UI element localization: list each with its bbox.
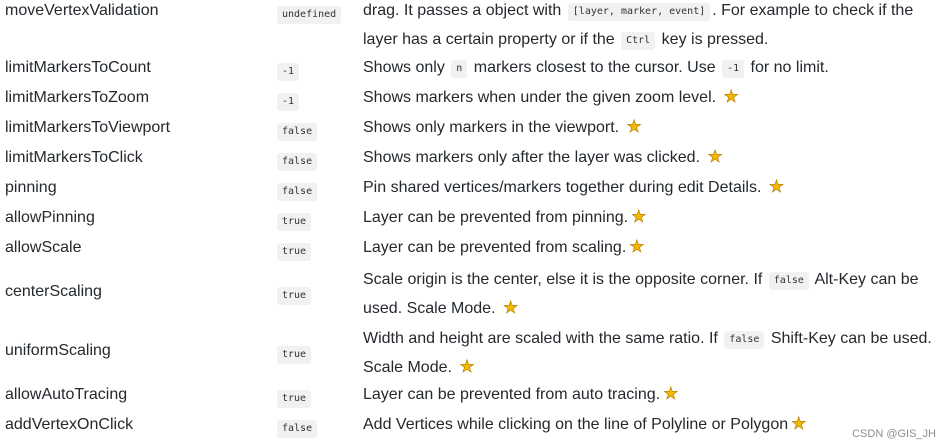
default-value: false bbox=[277, 420, 318, 438]
star-icon: ★ bbox=[459, 357, 475, 376]
option-name: centerScaling bbox=[5, 283, 102, 300]
default-value: true bbox=[277, 243, 312, 261]
option-name: addVertexOnClick bbox=[5, 416, 134, 433]
desc-text: Width and height are scaled with the sam… bbox=[363, 330, 723, 347]
option-description: Layer can be prevented from scaling. ★ bbox=[363, 233, 943, 262]
inline-code: false bbox=[768, 272, 809, 290]
desc-text: Add Vertices while clicking on the line … bbox=[363, 416, 789, 433]
option-name: allowScale bbox=[5, 239, 82, 256]
option-description: Shows markers only after the layer was c… bbox=[363, 143, 943, 172]
desc-text: Layer can be prevented from auto tracing… bbox=[363, 386, 661, 403]
option-name: uniformScaling bbox=[5, 342, 111, 359]
option-description: Layer can be prevented from auto tracing… bbox=[363, 380, 943, 409]
default-value: false bbox=[277, 153, 318, 171]
default-cell: -1 bbox=[277, 91, 300, 111]
option-name: allowPinning bbox=[5, 209, 95, 226]
option-name: limitMarkersToZoom bbox=[5, 89, 150, 106]
option-name: pinning bbox=[5, 179, 57, 196]
option-description: Shows markers when under the given zoom … bbox=[363, 83, 943, 112]
option-description: Pin shared vertices/markers together dur… bbox=[363, 173, 943, 202]
star-icon: ★ bbox=[723, 87, 739, 106]
default-cell: true bbox=[277, 241, 312, 261]
default-cell: false bbox=[277, 151, 318, 171]
default-value: true bbox=[277, 390, 312, 408]
inline-code: n bbox=[451, 60, 468, 78]
star-icon: ★ bbox=[631, 207, 647, 226]
default-cell: true bbox=[277, 388, 312, 408]
option-description: Width and height are scaled with the sam… bbox=[363, 324, 943, 382]
option-description: Scale origin is the center, else it is t… bbox=[363, 265, 943, 323]
star-icon: ★ bbox=[791, 414, 807, 433]
desc-text: Pin shared vertices/markers together dur… bbox=[363, 179, 766, 196]
default-cell: -1 bbox=[277, 61, 300, 81]
option-name: allowAutoTracing bbox=[5, 386, 128, 403]
inline-code: false bbox=[724, 331, 765, 349]
star-icon: ★ bbox=[629, 237, 645, 256]
default-value: true bbox=[277, 287, 312, 305]
option-name: limitMarkersToCount bbox=[5, 59, 151, 76]
default-value: false bbox=[277, 183, 318, 201]
star-icon: ★ bbox=[626, 117, 642, 136]
desc-text: Shows only markers in the viewport. bbox=[363, 119, 624, 136]
table-row-moveVertexValidation: moveVertexValidation undefined drag. It … bbox=[0, 0, 948, 52]
default-value: undefined bbox=[277, 6, 342, 24]
option-name: limitMarkersToClick bbox=[5, 149, 143, 166]
default-value: true bbox=[277, 346, 312, 364]
star-icon: ★ bbox=[502, 298, 519, 317]
options-table: moveVertexValidation undefined drag. It … bbox=[0, 0, 948, 438]
default-cell: false bbox=[277, 181, 318, 201]
desc-text: Shows only bbox=[363, 59, 450, 76]
inline-code: Ctrl bbox=[621, 32, 656, 50]
star-icon: ★ bbox=[663, 384, 679, 403]
desc-text: for no limit. bbox=[746, 59, 829, 76]
default-cell: true bbox=[277, 211, 312, 231]
default-cell: false bbox=[277, 418, 318, 438]
desc-text: Layer can be prevented from scaling. bbox=[363, 239, 627, 256]
desc-text: Shows markers only after the layer was c… bbox=[363, 149, 705, 166]
option-description: Shows only n markers closest to the curs… bbox=[363, 53, 943, 82]
default-value: false bbox=[277, 123, 318, 141]
option-name: moveVertexValidation bbox=[5, 2, 159, 19]
desc-text: Layer can be prevented from pinning. bbox=[363, 209, 629, 226]
watermark: CSDN @GIS_JH bbox=[852, 428, 936, 440]
desc-text: Shows markers when under the given zoom … bbox=[363, 89, 721, 106]
star-icon: ★ bbox=[768, 177, 785, 196]
option-name: limitMarkersToViewport bbox=[5, 119, 171, 136]
default-value: -1 bbox=[277, 63, 300, 81]
option-description: Shows only markers in the viewport. ★ bbox=[363, 113, 943, 142]
default-cell: true bbox=[277, 344, 312, 364]
desc-text: drag. It passes a object with bbox=[363, 2, 566, 19]
desc-text: Scale origin is the center, else it is t… bbox=[363, 271, 767, 288]
option-description: Layer can be prevented from pinning. ★ bbox=[363, 203, 943, 232]
default-cell: undefined bbox=[277, 4, 342, 24]
default-value: true bbox=[277, 213, 312, 231]
desc-text: markers closest to the cursor. Use bbox=[469, 59, 721, 76]
star-icon: ★ bbox=[707, 147, 723, 166]
option-description: drag. It passes a object with [layer, ma… bbox=[363, 0, 943, 54]
desc-text: key is pressed. bbox=[657, 31, 769, 48]
inline-code: [layer, marker, event] bbox=[567, 3, 711, 21]
default-cell: false bbox=[277, 121, 318, 141]
inline-code: -1 bbox=[722, 60, 745, 78]
default-value: -1 bbox=[277, 93, 300, 111]
default-cell: true bbox=[277, 285, 312, 305]
